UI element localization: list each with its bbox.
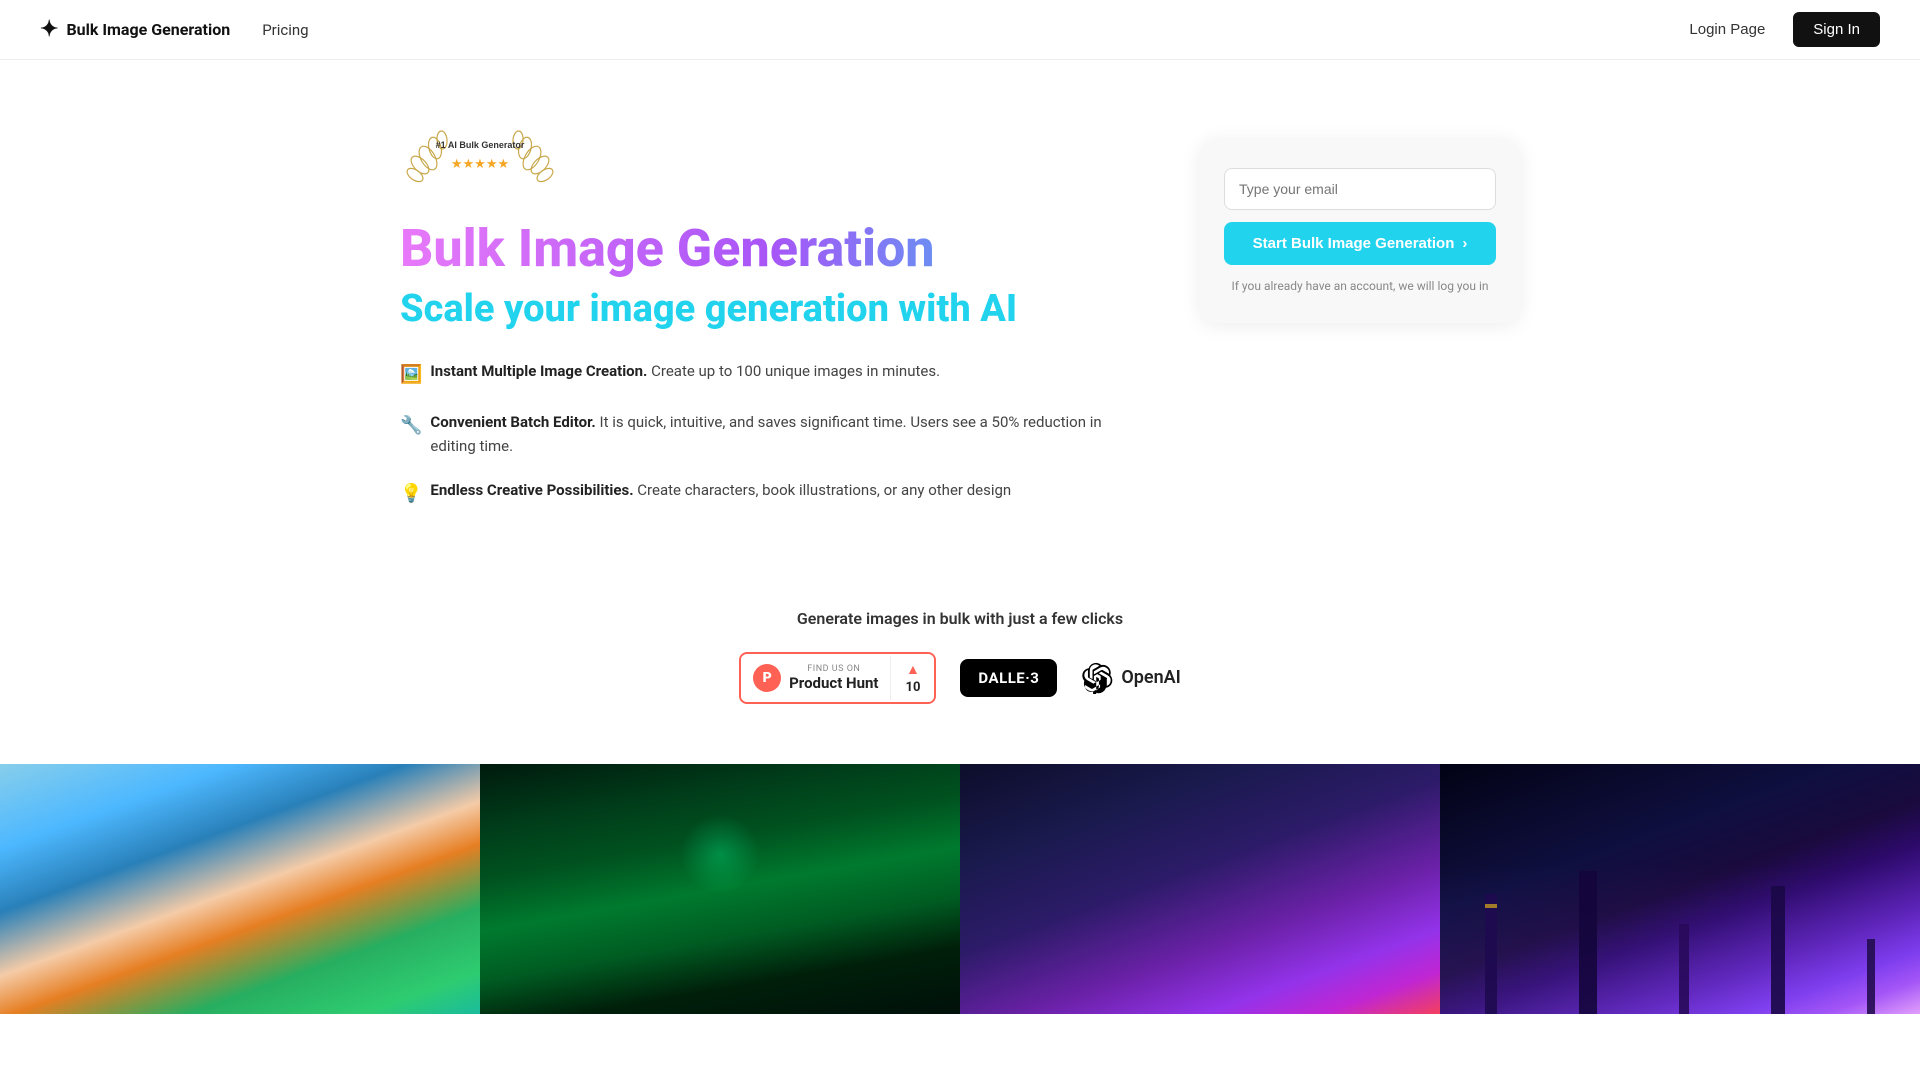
- hero-title: Bulk Image Generation: [400, 220, 1140, 277]
- ph-name: Product Hunt: [789, 674, 878, 692]
- gallery-img-city: [1440, 764, 1920, 1014]
- hero-subtitle-main: Scale your image generation with: [400, 287, 971, 331]
- email-note: If you already have an account, we will …: [1224, 277, 1496, 295]
- gallery-img-warrior: [960, 764, 1440, 1014]
- logo-icon: ✦: [40, 17, 58, 42]
- feature-1-bold: Instant Multiple Image Creation.: [430, 362, 647, 380]
- feature-1-text: Instant Multiple Image Creation. Create …: [430, 359, 940, 383]
- feature-1-desc: Create up to 100 unique images in minute…: [651, 362, 940, 380]
- login-button[interactable]: Login Page: [1673, 13, 1781, 46]
- gallery-image-3: [960, 764, 1440, 1014]
- cta-arrow-icon: ›: [1462, 235, 1467, 252]
- openai-icon: [1081, 662, 1113, 694]
- tagline-text: Generate images in bulk with just a few …: [40, 609, 1880, 628]
- hero-section: #1 AI Bulk Generator ★★★★★ Bulk Image Ge…: [360, 60, 1560, 569]
- feature-3-text: Endless Creative Possibilities. Create c…: [430, 478, 1011, 502]
- ph-find-us: FIND US ON: [789, 664, 878, 674]
- feature-2-bold: Convenient Batch Editor.: [430, 413, 595, 431]
- gallery-img-beach: [0, 764, 480, 1014]
- section-tagline: Generate images in bulk with just a few …: [0, 569, 1920, 764]
- cta-button[interactable]: Start Bulk Image Generation ›: [1224, 222, 1496, 265]
- hero-ai-word: AI: [980, 287, 1017, 331]
- dalle-label: DALLE·3: [978, 669, 1039, 687]
- svg-text:★★★★★: ★★★★★: [451, 156, 509, 171]
- openai-badge: OpenAI: [1081, 662, 1180, 694]
- feature-1-icon: 🖼️: [400, 361, 422, 390]
- cta-label: Start Bulk Image Generation: [1253, 235, 1455, 252]
- feature-3-bold: Endless Creative Possibilities.: [430, 481, 633, 499]
- ph-upvote-icon: ▲: [906, 661, 920, 678]
- email-card: Start Bulk Image Generation › If you alr…: [1200, 140, 1520, 323]
- pricing-link[interactable]: Pricing: [262, 21, 308, 39]
- partner-logos: P FIND US ON Product Hunt ▲ 10 DALLE·3 O…: [40, 652, 1880, 704]
- gallery-image-2: [480, 764, 960, 1014]
- signin-button[interactable]: Sign In: [1793, 12, 1880, 47]
- navbar: ✦ Bulk Image Generation Pricing Login Pa…: [0, 0, 1920, 60]
- feature-2: 🔧 Convenient Batch Editor. It is quick, …: [400, 410, 1140, 458]
- feature-2-text: Convenient Batch Editor. It is quick, in…: [430, 410, 1140, 458]
- logo-link[interactable]: ✦ Bulk Image Generation: [40, 17, 230, 42]
- hero-content: #1 AI Bulk Generator ★★★★★ Bulk Image Ge…: [400, 120, 1140, 529]
- svg-text:#1 AI Bulk Generator: #1 AI Bulk Generator: [436, 140, 525, 150]
- ph-logo-icon: P: [753, 664, 781, 692]
- ph-count: 10: [905, 680, 920, 695]
- ph-text: FIND US ON Product Hunt: [789, 664, 878, 692]
- nav-right: Login Page Sign In: [1673, 12, 1880, 47]
- feature-1: 🖼️ Instant Multiple Image Creation. Crea…: [400, 359, 1140, 390]
- email-input[interactable]: [1224, 168, 1496, 210]
- openai-label: OpenAI: [1121, 667, 1180, 688]
- gallery-img-cats: [480, 764, 960, 1014]
- dalle-badge: DALLE·3: [960, 659, 1057, 697]
- hero-subtitle: Scale your image generation with AI: [400, 287, 1140, 331]
- product-hunt-badge[interactable]: P FIND US ON Product Hunt ▲ 10: [739, 652, 936, 704]
- nav-left: ✦ Bulk Image Generation Pricing: [40, 17, 309, 42]
- feature-3-desc: Create characters, book illustrations, o…: [637, 481, 1011, 499]
- gallery-image-4: [1440, 764, 1920, 1014]
- feature-3-icon: 💡: [400, 480, 422, 509]
- feature-3: 💡 Endless Creative Possibilities. Create…: [400, 478, 1140, 509]
- hero-right: Start Bulk Image Generation › If you alr…: [1200, 120, 1520, 529]
- feature-2-icon: 🔧: [400, 412, 422, 441]
- ph-left: P FIND US ON Product Hunt: [741, 656, 891, 700]
- ph-right: ▲ 10: [891, 653, 934, 703]
- gallery-image-1: [0, 764, 480, 1014]
- image-gallery: [0, 764, 1920, 1014]
- award-badge: #1 AI Bulk Generator ★★★★★: [400, 120, 560, 200]
- logo-text: Bulk Image Generation: [66, 20, 230, 39]
